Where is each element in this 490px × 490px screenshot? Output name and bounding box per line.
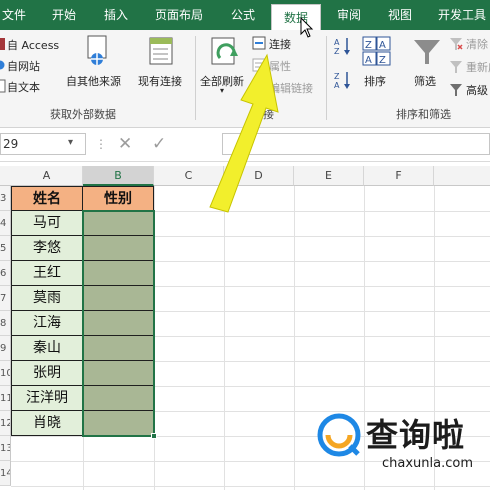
mouse-cursor-icon bbox=[300, 17, 314, 38]
watermark-brand: 查询啦 bbox=[366, 416, 466, 454]
watermark-url: chaxunla.com bbox=[382, 456, 473, 471]
watermark: 查询啦 chaxunla.com bbox=[316, 408, 490, 482]
logo-icon bbox=[317, 413, 361, 457]
